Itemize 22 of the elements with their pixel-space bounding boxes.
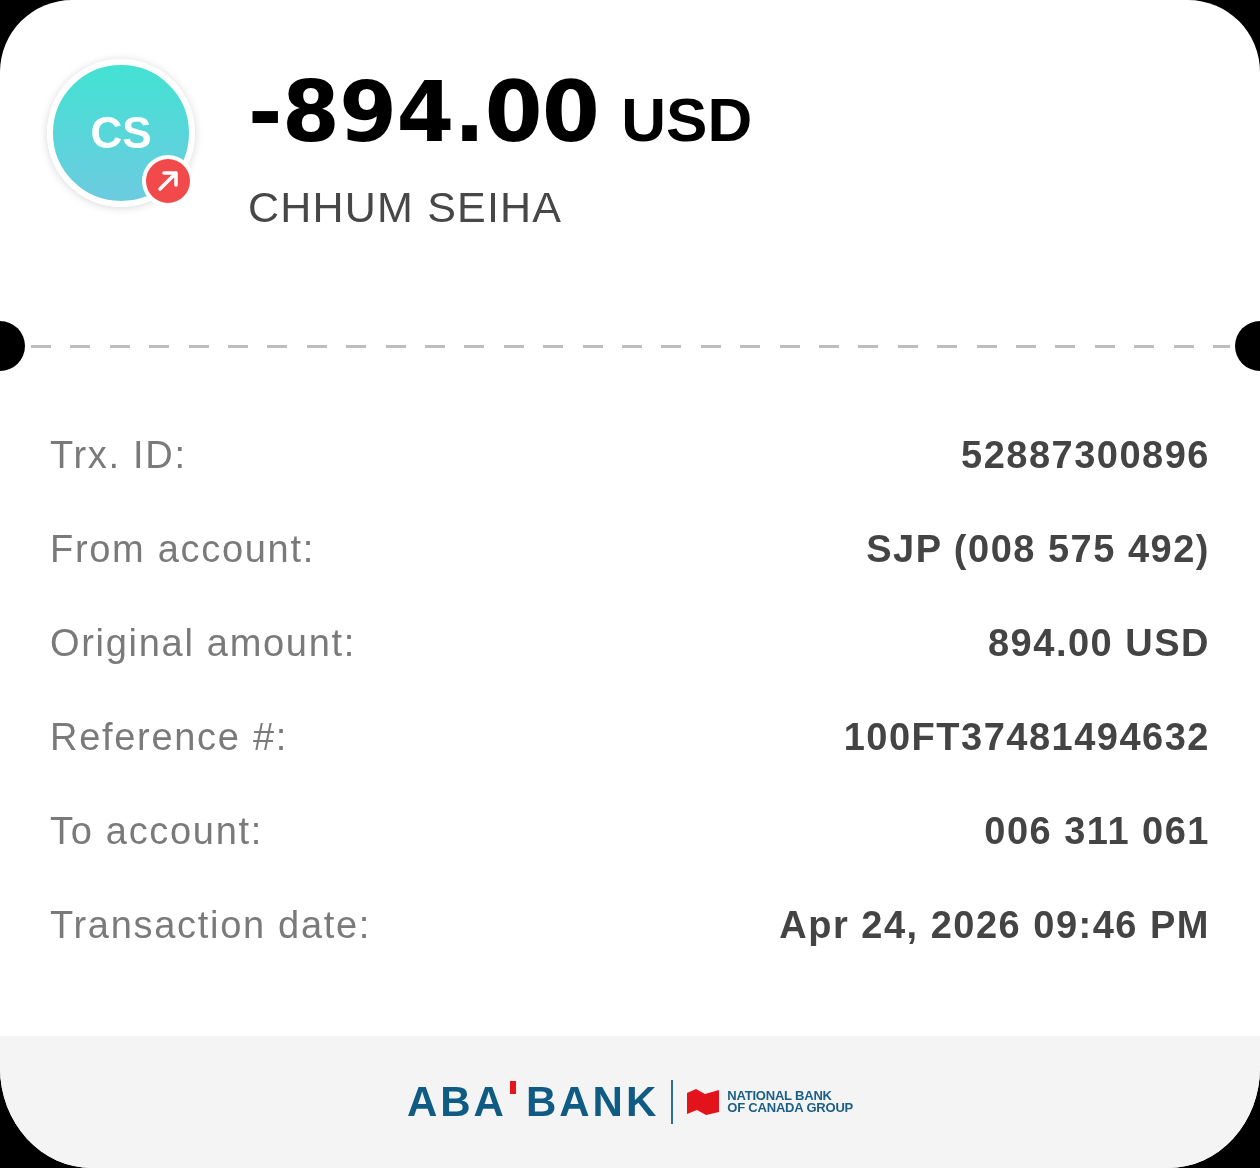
ticket-notch [1235,321,1260,371]
detail-value: 100FT37481494632 [843,717,1210,759]
recipient-name: CHHUM SEIHA [248,186,564,229]
detail-value: Apr 24, 2026 09:46 PM [779,905,1210,947]
accent-mark-icon [509,1081,516,1094]
amount: -894.00 [248,71,600,154]
detail-label: Reference #: [50,717,288,759]
detail-value: SJP (008 575 492) [866,529,1210,571]
detail-label: Transaction date: [50,905,372,947]
ticket-notch [0,321,25,371]
detail-label: Original amount: [50,623,356,665]
detail-label: Trx. ID: [50,435,187,477]
detail-label: To account: [50,811,264,853]
brand-name: BANK [525,1081,660,1123]
currency: USD [621,89,753,151]
detail-value: 006 311 061 [984,811,1210,853]
flag-icon [687,1088,720,1116]
detail-value: 894.00 USD [988,623,1210,665]
detail-value: 52887300896 [961,435,1210,477]
detail-label: From account: [50,529,315,571]
brand-name: ABA [406,1081,507,1123]
group-tagline: NATIONAL BANK OF CANADA GROUP [727,1090,854,1114]
